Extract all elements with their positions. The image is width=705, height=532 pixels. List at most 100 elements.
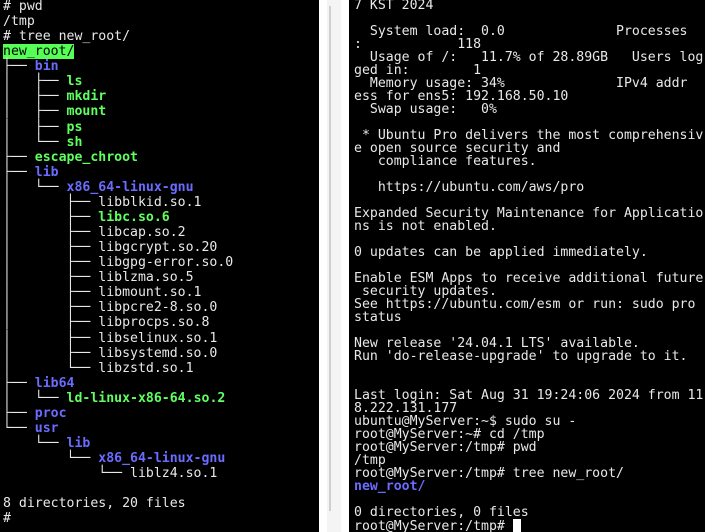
left-terminal-line-highlight: lib	[34, 164, 59, 180]
left-terminal-line-text: │ ├── libgpg-error.so.0	[3, 255, 234, 271]
left-terminal-line: │ ├── libselinux.so.1	[3, 330, 218, 346]
left-terminal-line-text: │ ├── liblzma.so.5	[3, 270, 194, 286]
right-terminal-line-text: Run 'do-release-upgrade' to upgrade to i…	[354, 349, 688, 364]
left-terminal-line: │ ├── libsystemd.so.0	[3, 345, 218, 361]
left-terminal-line-text: └──	[3, 451, 99, 467]
right-terminal-line: new_root/	[354, 480, 425, 494]
right-terminal-line: compliance features.	[354, 155, 537, 169]
left-terminal-line-text: │ ├── libsystemd.so.0	[3, 345, 218, 361]
left-terminal-line-text: │ └──	[3, 390, 67, 406]
right-terminal-line: ns is not enabled.	[354, 220, 497, 234]
left-terminal-line: ├── lib	[3, 164, 59, 180]
left-terminal-line: │ ├── libblkid.so.1	[3, 194, 202, 210]
right-terminal-pane[interactable]: 7 KST 2024 System load: 0.0 Processes: 1…	[349, 0, 705, 532]
terminal-cursor	[512, 519, 521, 532]
scrollbar-thumb[interactable]	[329, 6, 331, 511]
left-terminal-line: └── usr	[3, 420, 59, 436]
left-terminal-line-highlight: usr	[34, 420, 59, 436]
left-terminal-line: │ ├── libpcre2-8.so.0	[3, 301, 217, 315]
left-terminal-line-text: │ ├──	[3, 119, 67, 135]
left-terminal-line-text: │ ├── libgcrypt.so.20	[3, 240, 218, 256]
left-terminal-line-highlight: ps	[66, 119, 83, 135]
left-terminal-line: ├── escape_chroot	[3, 149, 138, 165]
left-terminal-line: │ ├── liblzma.so.5	[3, 271, 194, 285]
left-terminal-line: └── lib	[3, 436, 91, 452]
left-terminal-line-highlight: mkdir	[66, 89, 107, 105]
left-terminal-line-text: └── liblz4.so.1	[3, 466, 218, 482]
right-terminal-line-highlight: new_root/	[354, 479, 426, 494]
left-terminal-line: new_root/	[3, 44, 75, 60]
left-terminal-line-highlight: proc	[34, 405, 67, 421]
left-terminal-line: │ └── ld-linux-x86-64.so.2	[3, 390, 226, 406]
left-terminal-line-text: │ ├── libblkid.so.1	[3, 194, 202, 210]
left-terminal-line: ├── lib64	[3, 375, 75, 391]
left-terminal-line-highlight: x86_64-linux-gnu	[66, 179, 194, 195]
left-terminal-line: │ └── sh	[3, 134, 83, 150]
left-terminal-line: └── liblz4.so.1	[3, 467, 217, 481]
left-terminal-line: ├── bin	[3, 60, 59, 74]
left-terminal-line: │ ├── libgpg-error.so.0	[3, 256, 233, 270]
left-terminal-line: │ ├── mkdir	[3, 90, 106, 104]
left-terminal-line: # pwd	[3, 0, 43, 14]
left-terminal-line: #	[3, 512, 11, 526]
right-terminal-line-text: 0 directories, 0 files	[354, 505, 529, 520]
left-terminal-line-text: │ ├── libprocps.so.8	[3, 315, 210, 331]
left-terminal-line-highlight: escape_chroot	[34, 149, 138, 165]
left-terminal-line-text: │ └── libzstd.so.1	[3, 360, 194, 376]
left-terminal-line: │ ├── libmount.so.1	[3, 286, 202, 300]
right-terminal-line: status	[354, 311, 402, 325]
left-terminal-line-highlight: sh	[66, 134, 83, 150]
right-terminal-line-text: ns is not enabled.	[354, 219, 497, 234]
left-terminal-line: │ ├── libprocps.so.8	[3, 316, 209, 330]
left-terminal-line-text: ├──	[3, 149, 35, 165]
left-terminal-line-highlight: x86_64-linux-gnu	[98, 451, 226, 467]
left-terminal-line-text: # pwd	[3, 0, 43, 14]
left-terminal-line: │ └── x86_64-linux-gnu	[3, 179, 194, 195]
left-terminal-line-text: #	[3, 511, 11, 527]
left-terminal-line-highlight: ld-linux-x86-64.so.2	[66, 390, 226, 406]
left-terminal-line-text: └──	[3, 420, 35, 436]
left-terminal-line: │ ├── libcap.so.2	[3, 226, 186, 240]
right-terminal-line-text: Swap usage: 0%	[354, 102, 497, 117]
right-terminal-line-text: 7 KST 2024	[354, 0, 434, 13]
left-terminal-line: │ ├── ls	[3, 75, 82, 89]
left-terminal-line-text: ├──	[3, 59, 35, 75]
left-terminal-line: /tmp	[3, 15, 35, 29]
left-terminal-line: └── x86_64-linux-gnu	[3, 451, 226, 467]
terminal-screen: # pwd/tmp # tree new_root/new_root/├── bi…	[0, 0, 705, 532]
left-terminal-line-text: # tree new_root/	[3, 29, 131, 45]
right-terminal-line-text: 0 updates can be applied immediately.	[354, 245, 648, 260]
left-terminal-pane[interactable]: # pwd/tmp # tree new_root/new_root/├── bi…	[0, 0, 319, 532]
left-terminal-line-highlight: new_root/	[3, 44, 75, 60]
left-terminal-line: ├── proc	[3, 405, 67, 421]
right-terminal-line: Swap usage: 0%	[354, 103, 497, 117]
right-terminal-line: https://ubuntu.com/aws/pro	[354, 181, 584, 195]
left-terminal-line-text: │ ├──	[3, 89, 67, 105]
left-terminal-line-highlight: lib64	[34, 375, 75, 391]
left-terminal-line: │ ├── mount	[3, 105, 106, 119]
left-terminal-line-text: │ ├──	[3, 74, 67, 90]
left-terminal-line-highlight: libc.so.6	[98, 209, 170, 225]
left-terminal-line-text: │ ├── libselinux.so.1	[3, 330, 218, 346]
left-terminal-line-text: │ ├── libpcre2-8.so.0	[3, 300, 218, 316]
left-terminal-line-text: └──	[3, 436, 67, 452]
left-terminal-line-text: │ └──	[3, 179, 67, 195]
left-terminal-line: │ ├── libgcrypt.so.20	[3, 241, 217, 255]
right-terminal-line: 0 directories, 0 files	[354, 506, 529, 520]
left-terminal-line-text: │ ├── libmount.so.1	[3, 285, 202, 301]
right-terminal-line-text: See https://ubuntu.com/esm or run: sudo …	[354, 297, 696, 312]
left-terminal-line-text: ├──	[3, 164, 35, 180]
left-terminal-line-text: │ ├── libcap.so.2	[3, 225, 186, 241]
right-terminal-line-text: root@MyServer:/tmp#	[354, 519, 513, 532]
left-terminal-line-highlight: mount	[66, 104, 107, 120]
left-terminal-line-text: ├──	[3, 405, 35, 421]
left-terminal-line: │ └── libzstd.so.1	[3, 360, 194, 376]
left-terminal-line-text: 8 directories, 20 files	[3, 496, 186, 512]
left-terminal-line: │ ├── libc.so.6	[3, 209, 170, 225]
left-terminal-line: # tree new_root/	[3, 30, 130, 44]
left-terminal-line-highlight: ls	[66, 74, 83, 90]
right-terminal-line-text: https://ubuntu.com/aws/pro	[354, 180, 585, 195]
left-terminal-line: 8 directories, 20 files	[3, 497, 186, 511]
right-terminal-line: See https://ubuntu.com/esm or run: sudo …	[354, 298, 695, 312]
left-terminal-line: │ ├── ps	[3, 119, 83, 135]
